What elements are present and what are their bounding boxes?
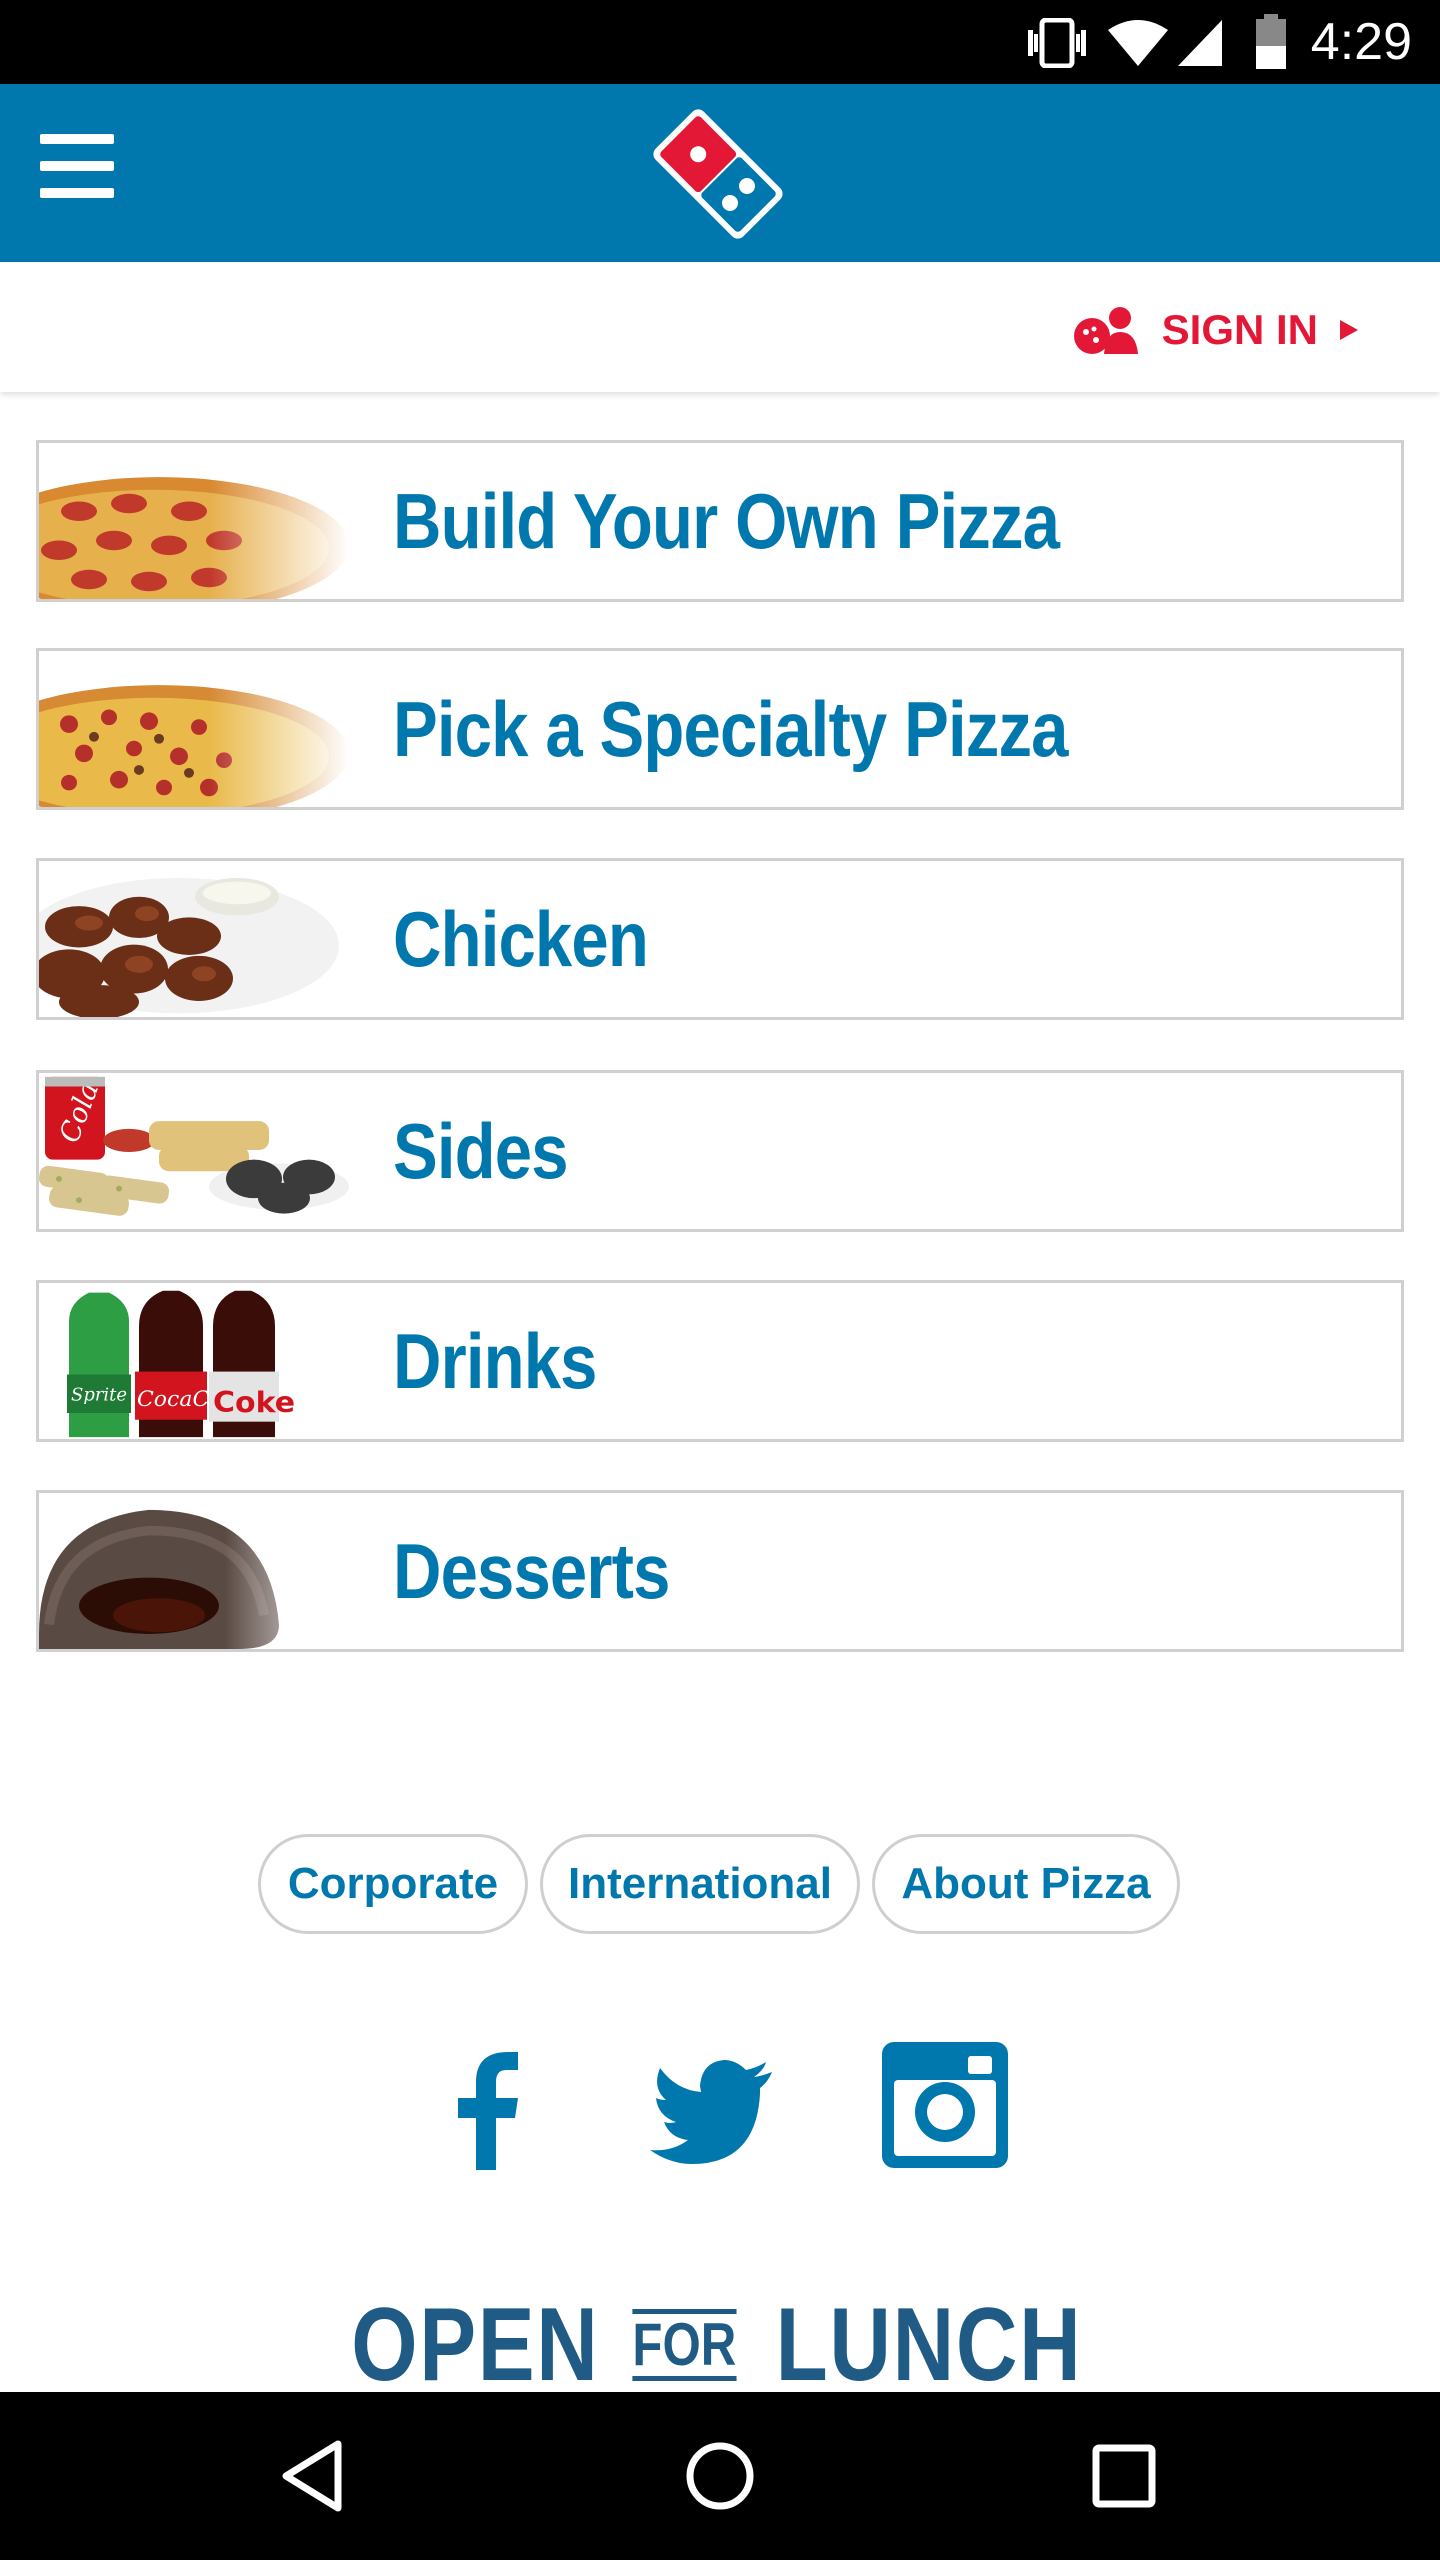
- signin-bar: SIGN IN: [0, 262, 1440, 392]
- status-bar: 4:29: [0, 0, 1440, 84]
- dominos-logo[interactable]: [636, 94, 800, 254]
- menu-item-desserts[interactable]: Desserts: [36, 1490, 1404, 1652]
- banner-open: OPEN: [351, 2286, 600, 2403]
- specialty-pizza-image: [39, 651, 349, 807]
- menu-item-label: Chicken: [393, 894, 649, 983]
- battery-icon: [1256, 14, 1286, 69]
- menu-item-label: Desserts: [393, 1526, 670, 1615]
- status-time: 4:29: [1310, 13, 1412, 71]
- svg-text:Coke: Coke: [213, 1386, 295, 1419]
- pepperoni-pizza-image: [39, 443, 349, 599]
- soda-bottles-image: Sprite CocaCola Coke: [39, 1283, 295, 1439]
- triangle-right-icon: [1340, 320, 1358, 340]
- sign-in-label: SIGN IN: [1161, 306, 1318, 353]
- wifi-icon: [1108, 20, 1168, 66]
- twitter-icon[interactable]: [648, 2040, 778, 2170]
- menu-item-chicken[interactable]: Chicken: [36, 858, 1404, 1020]
- vibrate-icon: [1028, 18, 1086, 68]
- menu-item-label: Pick a Specialty Pizza: [393, 684, 1068, 773]
- banner-for: FOR: [632, 2309, 737, 2381]
- home-circle-icon[interactable]: [680, 2436, 760, 2516]
- android-nav-bar: [0, 2392, 1440, 2560]
- sides-image: Cola: [39, 1076, 349, 1216]
- hamburger-menu-icon[interactable]: [40, 134, 116, 210]
- menu-item-label: Drinks: [393, 1316, 597, 1405]
- menu-item-label: Build Your Own Pizza: [393, 476, 1060, 565]
- menu-item-build-your-own-pizza[interactable]: Build Your Own Pizza: [36, 440, 1404, 602]
- instagram-icon[interactable]: [880, 2040, 1010, 2170]
- menu-item-sides[interactable]: Cola Sides: [36, 1070, 1404, 1232]
- sign-in-button[interactable]: SIGN IN: [1070, 300, 1380, 360]
- footer-links: Corporate International About Pizza: [0, 1834, 1440, 1940]
- signal-icon: [1178, 20, 1222, 66]
- international-link[interactable]: International: [540, 1834, 860, 1934]
- menu-item-drinks[interactable]: Sprite CocaCola Coke Drinks: [36, 1280, 1404, 1442]
- lava-cake-image: [39, 1493, 349, 1649]
- user-pizza-icon: [1073, 307, 1138, 354]
- open-for-lunch-banner: OPEN FOR LUNCH: [0, 2287, 1440, 2403]
- corporate-link[interactable]: Corporate: [258, 1834, 528, 1934]
- chicken-wings-image: [39, 877, 339, 1017]
- facebook-icon[interactable]: [420, 2040, 550, 2170]
- menu-item-label: Sides: [393, 1106, 569, 1195]
- svg-text:Sprite: Sprite: [71, 1386, 127, 1406]
- banner-lunch: LUNCH: [775, 2286, 1083, 2403]
- app-header: [0, 84, 1440, 262]
- menu-item-specialty-pizza[interactable]: Pick a Specialty Pizza: [36, 648, 1404, 810]
- about-pizza-link[interactable]: About Pizza: [872, 1834, 1180, 1934]
- recents-square-icon[interactable]: [1084, 2436, 1164, 2516]
- back-triangle-icon[interactable]: [276, 2436, 356, 2516]
